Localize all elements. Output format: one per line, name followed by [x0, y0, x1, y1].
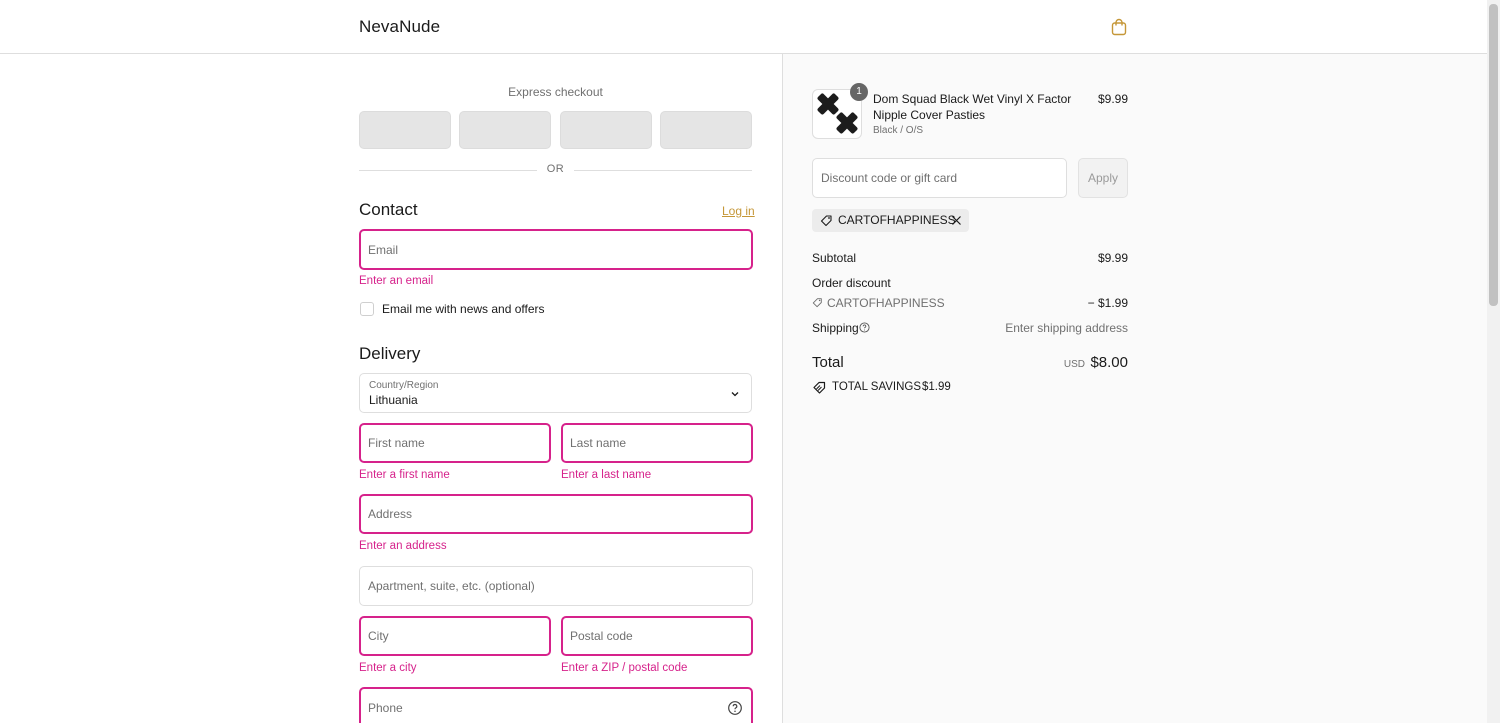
subtotal-label: Subtotal: [812, 251, 857, 265]
address-field[interactable]: [359, 494, 753, 534]
savings-label: TOTAL SAVINGS: [832, 381, 922, 393]
express-pay-button-4[interactable]: [660, 111, 752, 149]
address-error: Enter an address: [359, 540, 447, 552]
discount-code-field[interactable]: [812, 158, 1067, 198]
question-circle-icon[interactable]: [859, 322, 870, 333]
applied-discount-code: CARTOFHAPPINESS: [838, 213, 956, 227]
tag-icon: [820, 215, 832, 227]
email-error: Enter an email: [359, 275, 434, 287]
first-name-error: Enter a first name: [359, 469, 450, 481]
first-name-input[interactable]: [361, 425, 549, 461]
delivery-heading: Delivery: [359, 344, 421, 363]
discount-code-label: CARTOFHAPPINESS: [827, 296, 945, 310]
express-pay-button-2[interactable]: [459, 111, 551, 149]
or-divider: OR: [359, 163, 752, 177]
address-input[interactable]: [361, 496, 751, 532]
newsletter-label[interactable]: Email me with news and offers: [382, 302, 545, 316]
last-name-error: Enter a last name: [561, 469, 652, 481]
city-input[interactable]: [361, 618, 549, 654]
last-name-field[interactable]: [561, 423, 753, 463]
city-field[interactable]: [359, 616, 551, 656]
discount-code-input[interactable]: [813, 159, 1066, 197]
country-label: Country/Region: [369, 380, 439, 391]
currency-code: USD: [1063, 359, 1085, 370]
express-pay-button-1[interactable]: [359, 111, 451, 149]
postal-code-field[interactable]: [561, 616, 753, 656]
discount-value: − $1.99: [1087, 296, 1128, 310]
apartment-input[interactable]: [360, 567, 752, 605]
quantity-badge: 1: [850, 83, 868, 101]
product-variant: Black / O/S: [873, 125, 924, 136]
shipping-value: Enter shipping address: [1005, 321, 1128, 335]
brand-logo[interactable]: NevaNude: [359, 17, 440, 37]
postal-code-input[interactable]: [563, 618, 751, 654]
apartment-field[interactable]: [359, 566, 753, 606]
subtotal-value: $9.99: [1097, 251, 1128, 265]
divider-line-right: [574, 170, 752, 171]
shipping-label: Shipping: [812, 321, 859, 335]
applied-discount-chip: CARTOFHAPPINESS: [812, 209, 969, 232]
last-name-input[interactable]: [563, 425, 751, 461]
total-value: $8.00: [1090, 354, 1128, 371]
first-name-field[interactable]: [359, 423, 551, 463]
or-label: OR: [546, 163, 565, 175]
phone-field[interactable]: [359, 687, 753, 723]
product-price: $9.99: [1097, 92, 1128, 106]
express-pay-button-3[interactable]: [560, 111, 652, 149]
tag-icon: [812, 298, 822, 308]
country-select[interactable]: Country/Region Lithuania: [359, 373, 752, 413]
country-value: Lithuania: [369, 393, 418, 407]
savings-value: $1.99: [922, 381, 951, 393]
chevron-down-icon: [731, 392, 739, 397]
page-scrollbar[interactable]: [1487, 0, 1500, 723]
site-header: NevaNude: [0, 0, 1487, 54]
order-discount-label: Order discount: [812, 276, 891, 290]
scrollbar-thumb[interactable]: [1489, 4, 1498, 306]
city-error: Enter a city: [359, 662, 417, 674]
contact-heading: Contact: [359, 200, 418, 219]
postal-code-error: Enter a ZIP / postal code: [561, 662, 688, 674]
login-link[interactable]: Log in: [722, 204, 755, 218]
apply-discount-button[interactable]: Apply: [1078, 158, 1128, 198]
close-icon[interactable]: [951, 215, 962, 226]
express-checkout-title: Express checkout: [508, 85, 603, 99]
shopping-bag-icon[interactable]: [1110, 18, 1128, 36]
email-input[interactable]: [361, 231, 751, 268]
newsletter-checkbox[interactable]: [360, 302, 374, 316]
email-field[interactable]: [359, 229, 753, 270]
total-label: Total: [812, 354, 844, 371]
question-circle-icon[interactable]: [727, 700, 743, 716]
phone-input[interactable]: [361, 689, 751, 723]
savings-tag-icon: [813, 381, 826, 394]
